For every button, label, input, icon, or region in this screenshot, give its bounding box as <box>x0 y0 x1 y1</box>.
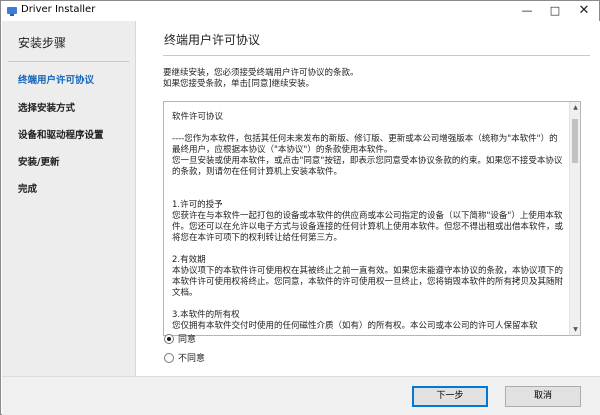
license-text: 软件许可协议 ----您作为本软件，包括其任何未来发布的新版、修订版、更新或本公… <box>172 112 564 331</box>
step-device-driver-settings: 设备和驱动程序设置 <box>18 130 104 141</box>
step-install-update: 安装/更新 <box>18 157 60 168</box>
intro-text: 要继续安装，您必须接受终端用户许可协议的条款。 如果您接受条款，单击[同意]继续… <box>163 68 359 89</box>
installer-window: Driver Installer — □ ✕ 安装步骤 终端用户许可协议 选择安… <box>0 0 600 415</box>
scroll-up-icon[interactable]: ▲ <box>570 102 580 113</box>
cancel-button[interactable]: 取消 <box>505 386 581 407</box>
next-button[interactable]: 下一步 <box>412 386 488 407</box>
scroll-thumb[interactable] <box>572 119 578 163</box>
step-license-agreement: 终端用户许可协议 <box>18 75 95 86</box>
decline-radio[interactable] <box>164 352 174 363</box>
license-scrollbar[interactable]: ▲ ▼ <box>569 102 580 335</box>
title-bar[interactable]: Driver Installer — □ ✕ <box>1 1 599 21</box>
decline-label[interactable]: 不同意 <box>178 351 205 364</box>
step-install-method: 选择安装方式 <box>18 103 76 114</box>
steps-title: 安装步骤 <box>18 36 67 50</box>
accept-option[interactable]: 同意 <box>164 332 196 345</box>
sidebar-divider <box>8 61 129 62</box>
main-panel: 终端用户许可协议 要继续安装，您必须接受终端用户许可协议的条款。 如果您接受条款… <box>137 21 600 376</box>
footer-bar: 下一步 取消 <box>2 376 600 415</box>
steps-sidebar: 安装步骤 终端用户许可协议 选择安装方式 设备和驱动程序设置 安装/更新 完成 <box>2 21 136 376</box>
license-text-box[interactable]: 软件许可协议 ----您作为本软件，包括其任何未来发布的新版、修订版、更新或本公… <box>163 101 581 336</box>
accept-label[interactable]: 同意 <box>178 332 196 345</box>
page-title: 终端用户许可协议 <box>164 33 261 47</box>
accept-radio[interactable] <box>164 333 174 344</box>
app-icon <box>7 7 17 16</box>
close-button[interactable]: ✕ <box>569 1 599 21</box>
decline-option[interactable]: 不同意 <box>164 351 205 364</box>
step-finish: 完成 <box>18 184 38 195</box>
minimize-button[interactable]: — <box>514 1 540 21</box>
maximize-button[interactable]: □ <box>542 1 568 21</box>
window-title: Driver Installer <box>21 4 96 15</box>
scroll-down-icon[interactable]: ▼ <box>570 324 580 335</box>
heading-divider <box>163 55 590 56</box>
